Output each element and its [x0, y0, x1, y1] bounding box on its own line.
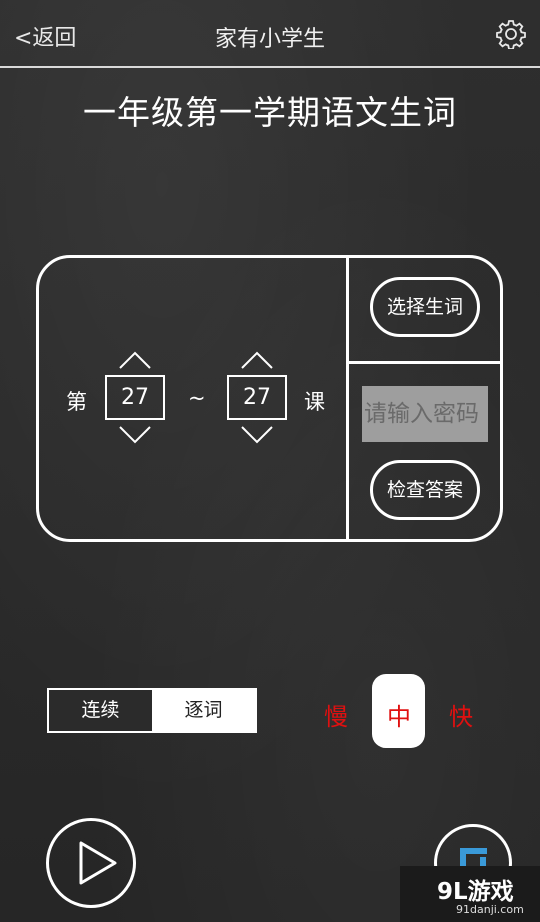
range-separator: ~ [188, 386, 206, 410]
watermark-url: 91danji.com [456, 903, 524, 916]
play-button[interactable] [46, 818, 136, 908]
range-suffix-label: 课 [304, 390, 325, 414]
select-words-button[interactable]: 选择生词 [370, 277, 480, 337]
speed-slow-option[interactable]: 慢 [324, 697, 348, 732]
speed-fast-option[interactable]: 快 [449, 697, 473, 732]
to-lesson-input[interactable]: 27 [227, 375, 287, 420]
play-mode-toggle: 连续 逐词 [47, 688, 257, 733]
from-lesson-input[interactable]: 27 [105, 375, 165, 420]
check-answer-button[interactable]: 检查答案 [370, 460, 480, 520]
range-prefix-label: 第 [66, 390, 87, 414]
to-increase-chevron-up-icon[interactable] [240, 350, 274, 370]
mode-continuous-option[interactable]: 连续 [49, 690, 152, 731]
from-decrease-chevron-down-icon[interactable] [118, 425, 152, 445]
to-decrease-chevron-down-icon[interactable] [240, 425, 274, 445]
speed-medium-option[interactable]: 中 [387, 697, 411, 732]
play-icon [79, 841, 117, 885]
panel-vertical-divider [346, 258, 349, 539]
header-divider [0, 66, 540, 68]
mode-word-by-word-option[interactable]: 逐词 [152, 690, 255, 731]
app-title: 家有小学生 [214, 27, 325, 52]
panel-horizontal-divider [349, 361, 500, 364]
settings-gear-icon[interactable] [496, 19, 526, 49]
password-input[interactable] [362, 386, 488, 442]
from-increase-chevron-up-icon[interactable] [118, 350, 152, 370]
watermark-logo: 9L游戏 [437, 879, 514, 905]
header-bar: <返回 家有小学生 [0, 0, 540, 68]
page-title: 一年级第一学期语文生词 [83, 93, 457, 132]
